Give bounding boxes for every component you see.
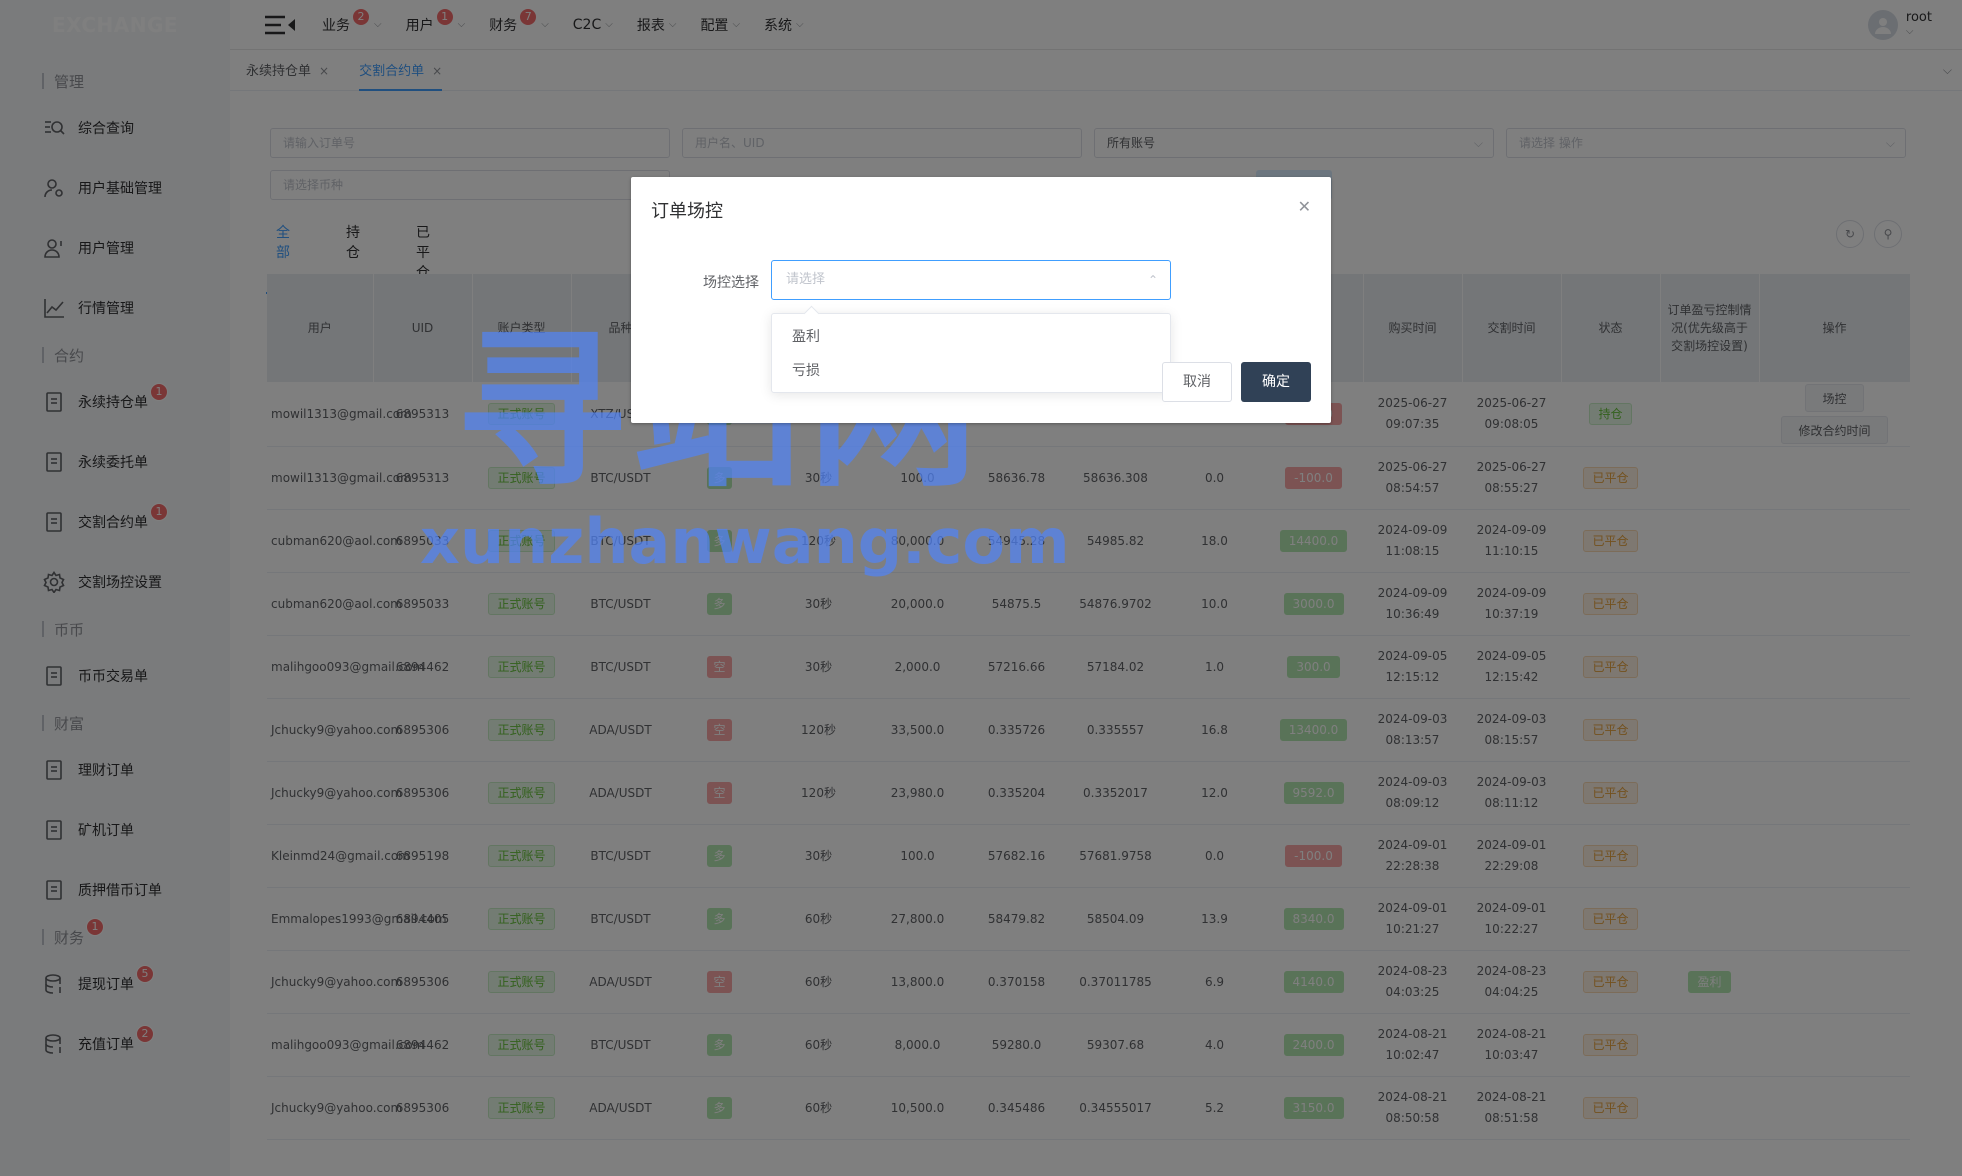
close-icon[interactable]: ✕: [1298, 197, 1311, 216]
option-loss[interactable]: 亏损: [772, 354, 1170, 388]
chevron-up-icon: ⌃: [1147, 273, 1158, 287]
cancel-button[interactable]: 取消: [1162, 362, 1232, 402]
control-select-label: 场控选择: [703, 275, 759, 291]
control-select-dropdown: 盈利 亏损: [771, 313, 1171, 393]
dialog-title: 订单场控: [651, 201, 723, 222]
confirm-button[interactable]: 确定: [1241, 362, 1311, 402]
option-profit[interactable]: 盈利: [772, 320, 1170, 354]
order-control-dialog: 订单场控 ✕ 场控选择 请选择 ⌃ 盈利 亏损 取消 确定: [631, 177, 1331, 423]
control-select[interactable]: 请选择 ⌃: [771, 260, 1171, 300]
